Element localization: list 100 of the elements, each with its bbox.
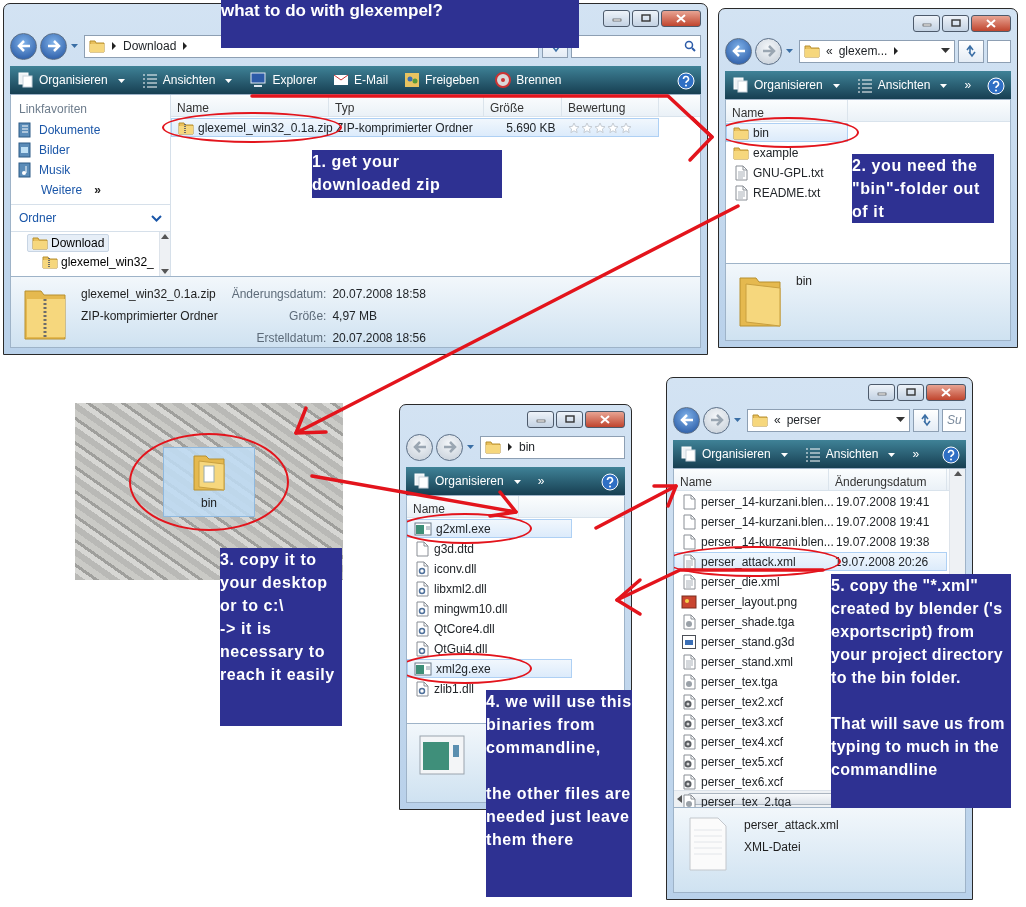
minimize-button[interactable] <box>913 14 940 32</box>
forward-button[interactable] <box>40 32 67 60</box>
minimize-button[interactable] <box>603 9 630 27</box>
column-header[interactable]: Bewertung <box>562 95 659 116</box>
favorite-link[interactable]: Musik <box>11 160 170 180</box>
address-bar[interactable]: « glexem... <box>799 39 955 63</box>
file-row[interactable]: perser_tex4.xcf <box>674 732 829 751</box>
maximize-button[interactable] <box>556 410 583 428</box>
dropdown-caret-icon[interactable] <box>896 417 905 423</box>
back-button[interactable] <box>725 37 752 65</box>
address-bar[interactable]: bin <box>480 435 625 459</box>
column-header[interactable]: Größe <box>484 95 562 116</box>
breadcrumb-arrow-icon[interactable] <box>893 47 900 55</box>
file-row[interactable]: perser_tex2.xcf <box>674 692 829 711</box>
file-row[interactable]: README.txt <box>726 183 848 202</box>
close-button[interactable] <box>971 14 1011 32</box>
rating-stars[interactable] <box>567 121 632 134</box>
file-row[interactable]: perser_layout.png <box>674 592 829 611</box>
tree-item[interactable]: glexemel_win32_ <box>37 253 159 271</box>
toolbar-button[interactable]: Brennen <box>493 70 564 90</box>
more-button[interactable]: » <box>910 444 922 464</box>
file-row[interactable]: GNU-GPL.txt <box>726 163 848 182</box>
refresh-button[interactable] <box>913 408 939 432</box>
toolbar-button[interactable]: Organisieren <box>16 70 128 90</box>
file-row[interactable]: libxml2.dll <box>407 579 572 598</box>
overflow-chevron[interactable]: « <box>774 411 781 429</box>
forward-button[interactable] <box>755 37 782 65</box>
toolbar-button[interactable]: E-Mail <box>331 70 391 90</box>
help-button[interactable] <box>601 472 619 490</box>
close-button[interactable] <box>926 383 966 401</box>
zip-folder-icon <box>42 254 58 270</box>
file-row[interactable]: mingwm10.dll <box>407 599 572 618</box>
search-field[interactable] <box>571 34 701 58</box>
file-row[interactable]: perser_tex.tga <box>674 672 829 691</box>
toolbar-button[interactable]: Organisieren <box>731 75 843 95</box>
minimize-button[interactable] <box>527 410 554 428</box>
search-field[interactable]: Su <box>942 408 966 432</box>
close-button[interactable] <box>585 410 625 428</box>
file-row[interactable]: g3d.dtd <box>407 539 572 558</box>
breadcrumb[interactable]: perser <box>786 411 821 429</box>
column-header[interactable]: Typ <box>329 95 484 116</box>
scrollbar[interactable] <box>158 232 170 276</box>
toolbar-button[interactable]: Ansichten <box>139 70 236 90</box>
file-row[interactable]: perser_14-kurzani.blen... 19.07.2008 19:38 <box>674 532 947 551</box>
toolbar-button[interactable]: Freigeben <box>402 70 482 90</box>
column-header[interactable]: Änderungsdatum <box>829 469 947 490</box>
back-button[interactable] <box>406 433 433 461</box>
file-row[interactable]: perser_die.xml <box>674 572 829 591</box>
section-heading: Linkfavoriten <box>18 101 89 118</box>
file-row[interactable]: QtGui4.dll <box>407 639 572 658</box>
note-tooltip: 3. copy it to your desktop or to c:\ -> it is necessary to reach it easily <box>220 548 342 726</box>
toolbar-button[interactable]: Organisieren <box>412 471 524 491</box>
help-button[interactable] <box>677 71 695 89</box>
minimize-button[interactable] <box>868 383 895 401</box>
more-button[interactable]: » <box>962 75 974 95</box>
file-row[interactable]: perser_tex3.xcf <box>674 712 829 731</box>
toolbar-button[interactable]: Ansichten <box>802 444 899 464</box>
favorite-link[interactable]: Bilder <box>11 140 170 160</box>
file-row[interactable]: perser_14-kurzani.blen... 19.07.2008 19:41 <box>674 512 947 531</box>
scroll-up-icon <box>160 234 169 239</box>
help-button[interactable] <box>987 76 1005 94</box>
more-button[interactable]: » <box>535 471 547 491</box>
help-button[interactable] <box>942 445 960 463</box>
address-bar[interactable]: « perser <box>747 408 910 432</box>
tree-item[interactable]: Download <box>27 234 110 252</box>
back-button[interactable] <box>673 406 700 434</box>
file-row[interactable]: perser_stand.g3d <box>674 632 829 651</box>
column-header[interactable]: Name <box>171 95 329 116</box>
breadcrumb[interactable]: glexem... <box>838 42 888 60</box>
file-row[interactable]: perser_14-kurzani.blen... 19.07.2008 19:41 <box>674 492 947 511</box>
maximize-button[interactable] <box>942 14 969 32</box>
maximize-button[interactable] <box>632 9 659 27</box>
file-row[interactable]: perser_shade.tga <box>674 612 829 631</box>
toolbar-button[interactable]: Organisieren <box>679 444 791 464</box>
toolbar-button[interactable]: Ansichten <box>854 75 951 95</box>
close-button[interactable] <box>661 9 701 27</box>
breadcrumb[interactable]: bin <box>519 438 535 456</box>
breadcrumb-arrow-icon[interactable] <box>507 443 513 451</box>
overflow-chevron[interactable]: « <box>826 42 833 60</box>
search-field[interactable] <box>987 39 1011 63</box>
folders-header[interactable]: Ordner <box>11 204 170 231</box>
toolbar-button[interactable]: Explorer <box>247 70 320 90</box>
breadcrumb-arrow-icon[interactable] <box>182 42 189 50</box>
favorite-link[interactable]: Weitere » <box>11 180 170 200</box>
file-row[interactable]: perser_stand.xml <box>674 652 829 671</box>
maximize-button[interactable] <box>897 383 924 401</box>
breadcrumb[interactable]: Download <box>123 37 177 55</box>
favorite-link[interactable]: Dokumente <box>11 120 170 140</box>
breadcrumb-arrow-icon[interactable] <box>111 42 117 50</box>
forward-button[interactable] <box>436 433 463 461</box>
dropdown-caret-icon[interactable] <box>941 48 950 54</box>
back-button[interactable] <box>10 32 37 60</box>
file-row[interactable]: perser_tex6.xcf <box>674 772 829 791</box>
file-row[interactable]: QtCore4.dll <box>407 619 572 638</box>
forward-button[interactable] <box>703 406 730 434</box>
file-row[interactable]: example <box>726 143 848 162</box>
column-header[interactable]: Name <box>674 469 829 490</box>
refresh-button[interactable] <box>958 39 984 63</box>
file-row[interactable]: iconv.dll <box>407 559 572 578</box>
file-row[interactable]: perser_tex5.xcf <box>674 752 829 771</box>
